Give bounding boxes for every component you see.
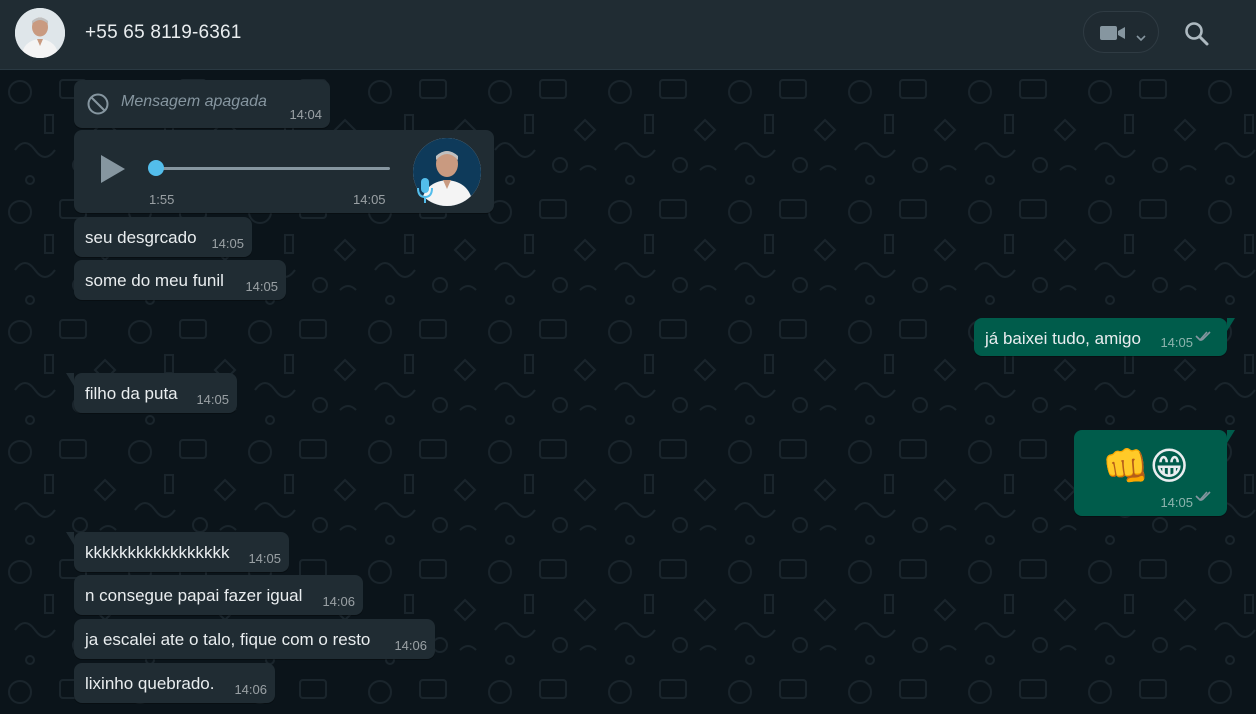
message-time: 14:06 <box>234 682 267 697</box>
chat-area[interactable]: Mensagem apagada 14:04 1:55 14:05 seu de… <box>0 70 1256 714</box>
bubble-tail <box>1227 318 1235 331</box>
voice-message[interactable]: 1:55 14:05 <box>74 130 494 213</box>
bubble-tail <box>66 532 74 545</box>
message-incoming[interactable]: ja escalei ate o talo, fique com o resto… <box>74 619 435 659</box>
chat-header: +55 65 8119-6361 <box>0 0 1256 70</box>
message-time: 14:06 <box>322 594 355 609</box>
message-time: 14:04 <box>289 107 322 122</box>
message-text: ja escalei ate o talo, fique com o resto <box>85 630 371 649</box>
message-time: 14:06 <box>394 638 427 653</box>
message-text: lixinho quebrado. <box>85 674 215 693</box>
message-time: 14:05 <box>211 236 244 251</box>
chevron-down-icon <box>1136 29 1146 47</box>
voice-duration: 1:55 <box>149 192 175 207</box>
voice-progress-knob[interactable] <box>148 160 164 176</box>
message-incoming[interactable]: kkkkkkkkkkkkkkkkk 14:05 <box>66 532 289 572</box>
blocked-icon <box>86 92 110 121</box>
message-outgoing[interactable]: já baixei tudo, amigo 14:05 <box>974 318 1235 356</box>
message-outgoing-emoji[interactable]: 👊😁 14:05 <box>1074 430 1235 516</box>
message-time: 14:05 <box>1160 495 1193 510</box>
video-camera-icon <box>1100 25 1126 46</box>
message-text: filho da puta <box>85 384 178 403</box>
message-text: seu desgrcado <box>85 228 197 247</box>
message-time: 14:05 <box>353 192 386 207</box>
message-emoji: 👊😁 <box>1102 446 1189 488</box>
message-text: Mensagem apagada <box>121 93 267 110</box>
message-text: some do meu funil <box>85 271 224 290</box>
message-time: 14:05 <box>248 551 281 566</box>
message-deleted[interactable]: Mensagem apagada 14:04 <box>74 80 330 128</box>
message-incoming[interactable]: n consegue papai fazer igual 14:06 <box>74 575 363 615</box>
message-text: kkkkkkkkkkkkkkkkk <box>85 543 230 562</box>
contact-name[interactable]: +55 65 8119-6361 <box>85 22 242 44</box>
play-icon[interactable] <box>100 154 126 189</box>
microphone-icon <box>416 177 434 210</box>
message-time: 14:05 <box>196 392 229 407</box>
double-check-icon <box>1195 327 1215 347</box>
bubble-tail <box>66 373 74 386</box>
search-icon[interactable] <box>1183 20 1211 48</box>
message-incoming[interactable]: some do meu funil 14:05 <box>74 260 286 300</box>
contact-avatar[interactable] <box>15 8 65 58</box>
bubble-tail <box>1227 430 1235 443</box>
message-incoming[interactable]: seu desgrcado 14:05 <box>74 217 252 257</box>
voice-progress-track[interactable] <box>154 167 390 170</box>
video-call-button[interactable] <box>1083 11 1159 53</box>
message-text: já baixei tudo, amigo <box>985 329 1141 348</box>
message-incoming[interactable]: lixinho quebrado. 14:06 <box>74 663 275 703</box>
message-time: 14:05 <box>245 279 278 294</box>
whatsapp-window: +55 65 8119-6361 Mensagem apagada 14:04 … <box>0 0 1256 714</box>
message-time: 14:05 <box>1160 335 1193 350</box>
message-text: n consegue papai fazer igual <box>85 586 303 605</box>
double-check-icon <box>1195 487 1215 507</box>
message-incoming[interactable]: filho da puta 14:05 <box>66 373 237 413</box>
